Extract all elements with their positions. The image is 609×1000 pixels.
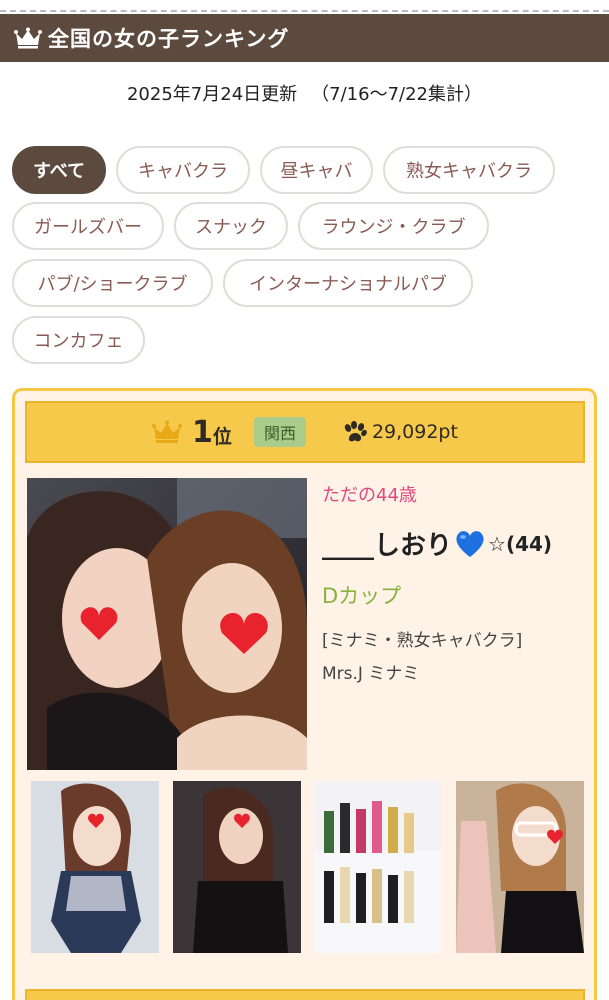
update-date: 2025年7月24日更新	[126, 84, 298, 105]
top-dashed-border	[0, 0, 609, 14]
category-chip-day-cabaret[interactable]: 昼キャバ	[260, 146, 373, 194]
blue-heart-icon	[456, 530, 484, 557]
thumbnail-gallery	[31, 781, 591, 953]
paw-icon	[344, 421, 367, 442]
thumbnail-photo[interactable]	[173, 781, 301, 953]
category-chip-all[interactable]: すべて	[12, 146, 106, 194]
profile-info: ただの44歳 ____しおり ☆(44) Dカップ [ミナミ・熟女キャバクラ] …	[322, 481, 592, 684]
rank-number: 1	[192, 414, 213, 450]
crown-icon	[152, 420, 183, 443]
profile-main-photo[interactable]	[27, 478, 307, 770]
aggregation-period: （7/16〜7/22集計）	[311, 84, 482, 105]
next-rank-bar	[25, 989, 585, 1000]
category-chip-mature-cabaret[interactable]: 熟女キャバクラ	[383, 146, 555, 194]
region-badge: 関西	[253, 417, 306, 447]
rank-unit: 位	[212, 425, 232, 448]
name-row[interactable]: ____しおり ☆(44)	[322, 525, 592, 562]
category-chip-cabaret[interactable]: キャバクラ	[116, 146, 250, 194]
crown-icon	[14, 27, 42, 49]
thumbnail-photo[interactable]	[456, 781, 584, 953]
girl-name[interactable]: ____しおり	[322, 525, 452, 562]
section-header: 全国の女の子ランキング	[0, 14, 609, 62]
cup-size: Dカップ	[322, 584, 402, 608]
category-chip-girls-bar[interactable]: ガールズバー	[12, 202, 164, 250]
page-title: 全国の女の子ランキング	[48, 27, 290, 51]
ranking-card[interactable]: 1 位 関西 29,092pt ただの44歳 ____しおり ☆(44) Dカッ…	[12, 388, 597, 1000]
shop-name[interactable]: Mrs.J ミナミ	[322, 659, 592, 684]
catchphrase: ただの44歳	[322, 485, 417, 506]
category-chip-snack[interactable]: スナック	[174, 202, 288, 250]
ranking-points: 29,092pt	[371, 421, 458, 443]
name-age: ☆(44)	[488, 531, 553, 556]
category-chip-international-pub[interactable]: インターナショナルパブ	[223, 259, 473, 307]
rank-bar: 1 位 関西 29,092pt	[25, 401, 585, 463]
category-chip-pub-show-club[interactable]: パブ/ショークラブ	[12, 259, 213, 307]
category-chip-concafe[interactable]: コンカフェ	[12, 316, 145, 364]
shop-category: [ミナミ・熟女キャバクラ]	[322, 631, 523, 651]
category-chip-lounge-club[interactable]: ラウンジ・クラブ	[298, 202, 489, 250]
thumbnail-photo[interactable]	[31, 781, 159, 953]
update-info: 2025年7月24日更新 （7/16〜7/22集計）	[0, 80, 609, 106]
thumbnail-photo[interactable]	[314, 781, 442, 953]
